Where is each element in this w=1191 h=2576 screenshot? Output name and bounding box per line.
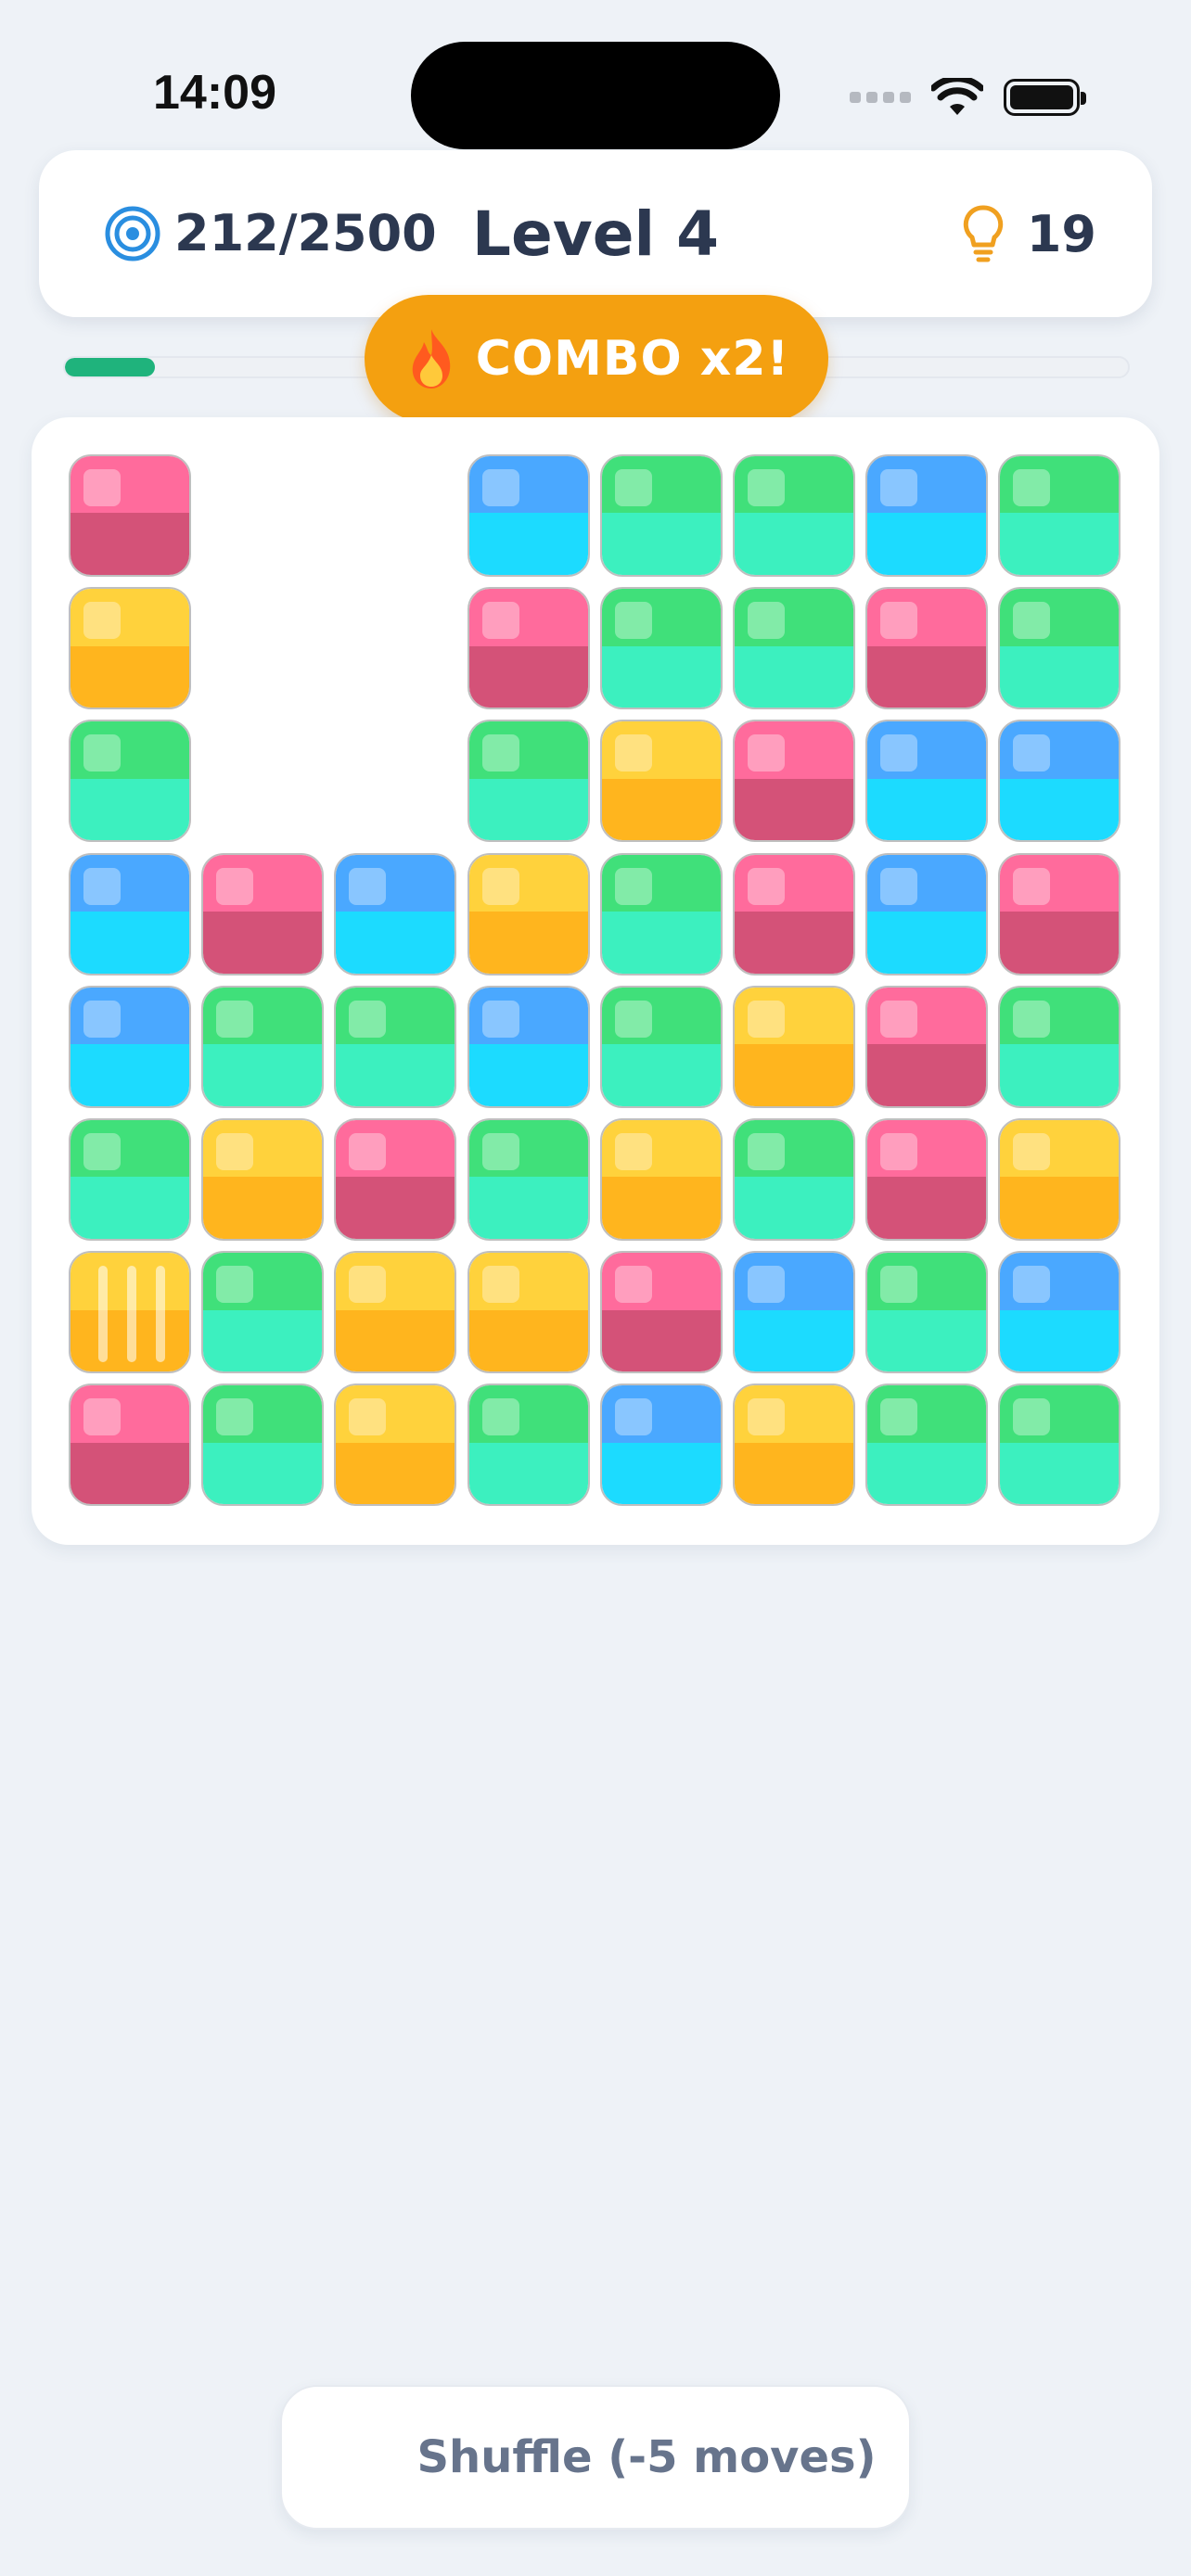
status-time: 14:09: [153, 66, 276, 120]
tile-pink[interactable]: [998, 852, 1121, 976]
tile-green[interactable]: [733, 587, 855, 710]
tile-green[interactable]: [733, 454, 855, 577]
tile-yellow[interactable]: [733, 1384, 855, 1507]
tile-pink[interactable]: [733, 852, 855, 976]
tile-blue[interactable]: [599, 1384, 723, 1507]
tile-green[interactable]: [201, 1251, 325, 1374]
combo-banner: COMBO x2!: [365, 295, 828, 423]
tile-blue[interactable]: [733, 1251, 855, 1374]
tile-green[interactable]: [998, 985, 1121, 1108]
tile-blue[interactable]: [865, 454, 989, 577]
tile-pink[interactable]: [599, 1251, 723, 1374]
tile-pink[interactable]: [201, 852, 325, 976]
tile-yellow-striped[interactable]: [69, 1251, 191, 1374]
tile-blue[interactable]: [865, 852, 989, 976]
tile-green[interactable]: [865, 1384, 989, 1507]
tile-blue[interactable]: [865, 720, 989, 843]
tile-green[interactable]: [599, 454, 723, 577]
tile-green[interactable]: [599, 587, 723, 710]
tile-yellow[interactable]: [599, 720, 723, 843]
tile-pink[interactable]: [467, 587, 590, 710]
tile-green[interactable]: [69, 720, 191, 843]
tile-yellow[interactable]: [599, 1118, 723, 1241]
game-board: [32, 417, 1159, 1545]
tile-green[interactable]: [998, 454, 1121, 577]
tile-green[interactable]: [201, 1384, 325, 1507]
tile-green[interactable]: [467, 720, 590, 843]
striped-powerup-icon: [98, 1266, 165, 1363]
fire-icon: [412, 329, 450, 389]
progress-fill: [65, 358, 156, 376]
tile-blue[interactable]: [998, 720, 1121, 843]
tile-yellow[interactable]: [334, 1384, 457, 1507]
tile-blue[interactable]: [334, 852, 457, 976]
tile-yellow[interactable]: [467, 852, 590, 976]
tile-yellow[interactable]: [733, 985, 855, 1108]
tile-green[interactable]: [998, 587, 1121, 710]
tile-blue[interactable]: [69, 852, 191, 976]
hints-count: 19: [1026, 204, 1096, 263]
tile-blue[interactable]: [467, 454, 590, 577]
shuffle-button-label: Shuffle (-5 moves): [416, 2431, 877, 2483]
tile-green[interactable]: [334, 985, 457, 1108]
shuffle-button[interactable]: Shuffle (-5 moves): [280, 2385, 911, 2530]
tile-pink[interactable]: [69, 454, 191, 577]
tile-yellow[interactable]: [998, 1118, 1121, 1241]
game-header: 212/2500 Level 4 19: [39, 150, 1152, 317]
wifi-icon: [931, 78, 983, 115]
tile-green[interactable]: [733, 1118, 855, 1241]
tile-green[interactable]: [467, 1118, 590, 1241]
status-indicators: [850, 70, 1086, 125]
battery-icon: [1004, 79, 1086, 116]
tile-pink[interactable]: [865, 985, 989, 1108]
tile-pink[interactable]: [69, 1384, 191, 1507]
tile-pink[interactable]: [334, 1118, 457, 1241]
tile-pink[interactable]: [733, 720, 855, 843]
tile-blue[interactable]: [998, 1251, 1121, 1374]
tile-green[interactable]: [865, 1251, 989, 1374]
tile-yellow[interactable]: [334, 1251, 457, 1374]
tile-green[interactable]: [467, 1384, 590, 1507]
tile-yellow[interactable]: [467, 1251, 590, 1374]
tile-green[interactable]: [201, 985, 325, 1108]
game-screen: 14:09 212/2500 Level 4 19 COMBO x2! Shuf…: [0, 0, 1191, 2576]
tile-blue[interactable]: [69, 985, 191, 1108]
tile-blue[interactable]: [467, 985, 590, 1108]
tile-pink[interactable]: [865, 587, 989, 710]
dynamic-island: [411, 42, 780, 149]
lightbulb-icon: [963, 205, 1004, 262]
tile-pink[interactable]: [865, 1118, 989, 1241]
tile-yellow[interactable]: [201, 1118, 325, 1241]
tile-green[interactable]: [599, 985, 723, 1108]
tile-green[interactable]: [599, 852, 723, 976]
tile-green[interactable]: [69, 1118, 191, 1241]
cellular-signal-icon: [850, 92, 911, 103]
tile-yellow[interactable]: [69, 587, 191, 710]
tile-green[interactable]: [998, 1384, 1121, 1507]
combo-label: COMBO x2!: [475, 331, 790, 387]
hints-counter[interactable]: 19: [962, 204, 1096, 263]
